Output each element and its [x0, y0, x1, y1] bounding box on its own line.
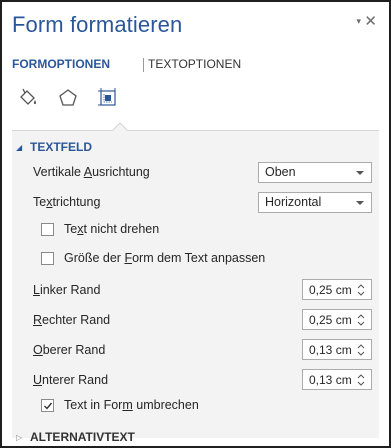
textfeld-header-label: TEXTFELD — [30, 140, 92, 154]
top-margin-label: Oberer Rand — [33, 343, 106, 357]
spinner-arrows-icon[interactable] — [357, 283, 365, 297]
top-margin-value[interactable]: 0,13 cm — [309, 343, 352, 357]
autofit-checkbox[interactable] — [41, 252, 54, 265]
right-margin-spinner[interactable]: 0,25 cm — [302, 309, 372, 330]
fill-bucket-icon[interactable] — [16, 86, 42, 112]
tab-formoptionen[interactable]: FORMOPTIONEN — [12, 57, 110, 71]
vertical-alignment-value: Oben — [265, 165, 296, 179]
pane-titlebar: Form formatieren ▾ ✕ — [12, 12, 379, 46]
no-rotate-checkbox[interactable] — [41, 223, 54, 236]
chevron-down-icon — [356, 171, 364, 175]
text-direction-label: Textrichtung — [33, 195, 101, 209]
alternativtext-section-header[interactable]: ▷ ALTERNATIVTEXT — [16, 430, 135, 444]
pane-options-dropdown-icon[interactable]: ▾ — [356, 16, 361, 27]
spinner-arrows-icon[interactable] — [357, 343, 365, 357]
wrap-text-checkbox[interactable] — [41, 399, 54, 412]
bottom-margin-value[interactable]: 0,13 cm — [309, 373, 352, 387]
alternativtext-header-label: ALTERNATIVTEXT — [30, 430, 135, 444]
vertical-alignment-select[interactable]: Oben — [258, 162, 372, 183]
checkmark-icon — [44, 402, 53, 410]
size-properties-icon[interactable] — [96, 86, 122, 112]
text-direction-value: Horizontal — [265, 195, 322, 209]
vertical-alignment-label: Vertikale Ausrichtung — [33, 165, 150, 179]
wrap-text-label: Text in Form umbrechen — [64, 398, 199, 412]
spinner-arrows-icon[interactable] — [357, 313, 365, 327]
left-margin-value[interactable]: 0,25 cm — [309, 283, 352, 297]
text-direction-select[interactable]: Horizontal — [258, 192, 372, 213]
textfeld-section-header[interactable]: ◢ TEXTFELD — [16, 140, 92, 154]
selected-category-pointer — [112, 122, 128, 131]
spinner-arrows-icon[interactable] — [357, 373, 365, 387]
left-margin-spinner[interactable]: 0,25 cm — [302, 279, 372, 300]
format-shape-pane: Form formatieren ▾ ✕ FORMOPTIONEN TEXTOP… — [0, 0, 391, 448]
autofit-label: Größe der Form dem Text anpassen — [64, 251, 266, 265]
right-margin-label: Rechter Rand — [33, 313, 111, 327]
bottom-margin-label: Unterer Rand — [33, 373, 109, 387]
pentagon-shape-icon[interactable] — [56, 86, 82, 112]
right-margin-value[interactable]: 0,25 cm — [309, 313, 352, 327]
chevron-down-icon — [356, 201, 364, 205]
close-icon[interactable]: ✕ — [364, 12, 377, 30]
collapse-triangle-icon: ◢ — [16, 143, 23, 152]
left-margin-label: Linker Rand — [33, 283, 101, 297]
tab-separator — [143, 58, 144, 72]
tab-textoptionen[interactable]: TEXTOPTIONEN — [148, 57, 241, 71]
no-rotate-label: Text nicht drehen — [64, 222, 160, 236]
expand-triangle-icon: ▷ — [16, 433, 23, 442]
pane-title: Form formatieren — [12, 12, 183, 37]
top-margin-spinner[interactable]: 0,13 cm — [302, 339, 372, 360]
bottom-margin-spinner[interactable]: 0,13 cm — [302, 369, 372, 390]
